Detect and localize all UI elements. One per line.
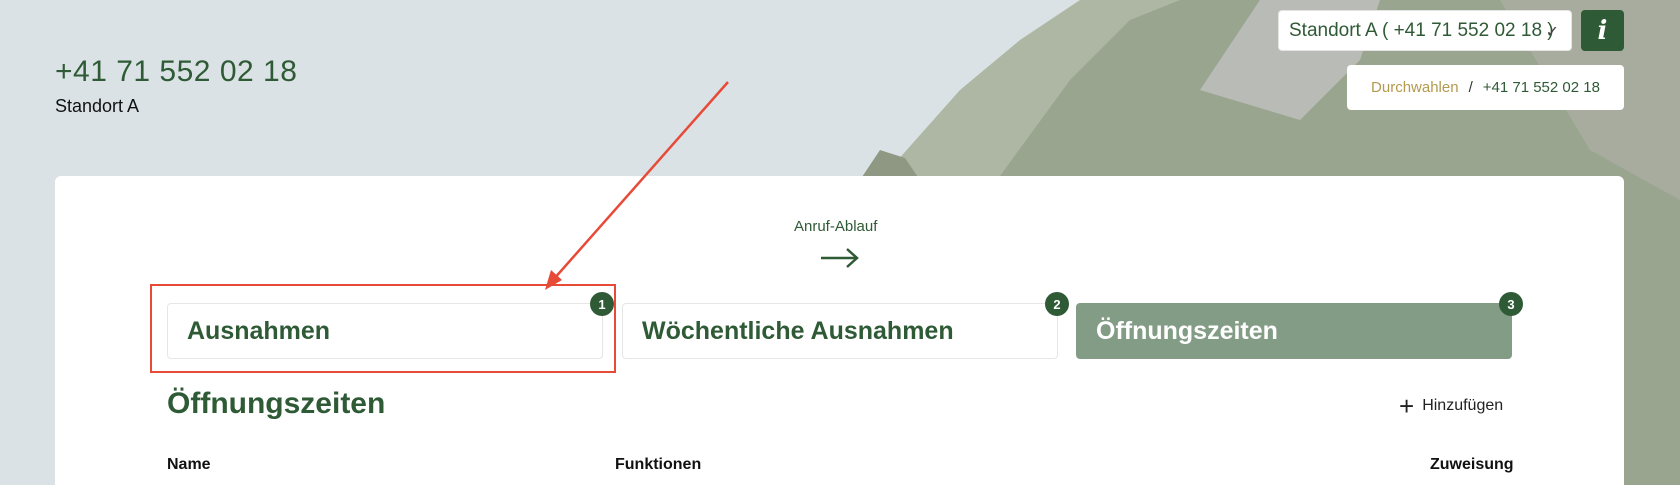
- annotation-arrow-icon: [545, 81, 729, 290]
